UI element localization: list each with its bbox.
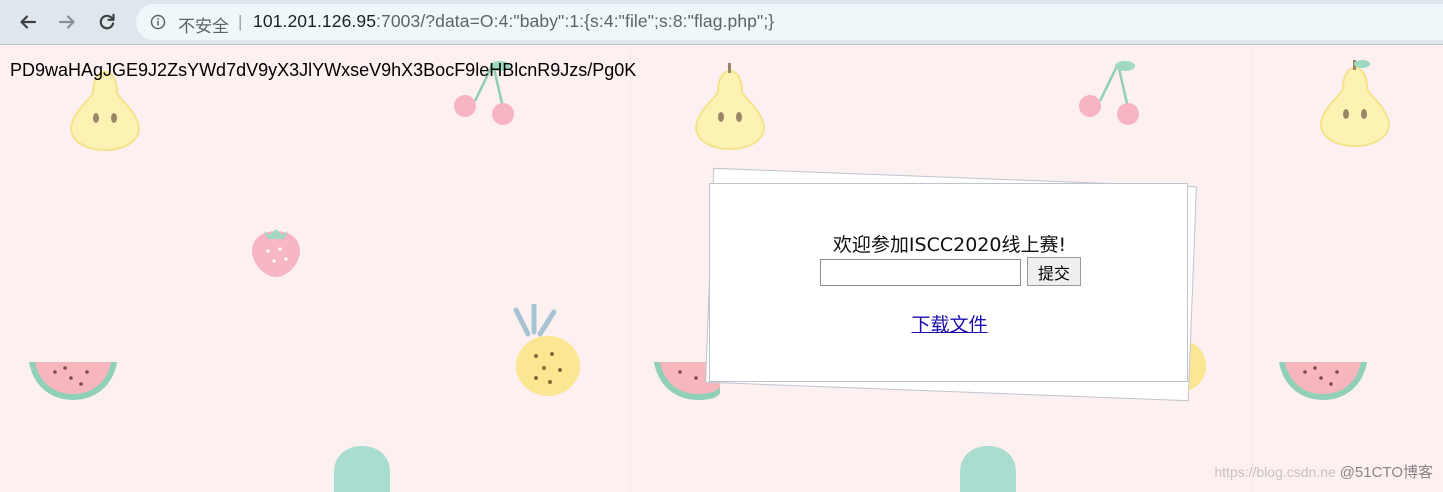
popsicle-icon [334, 446, 390, 492]
cherry-icon [1079, 61, 1139, 125]
watermark: https://blog.csdn.ne @51CTO博客 [1214, 461, 1433, 482]
watermark-url: https://blog.csdn.ne [1214, 464, 1336, 480]
not-secure-label[interactable]: 不安全 [178, 12, 229, 37]
strawberry-icon [252, 229, 300, 277]
form-card: 欢迎参加ISCC2020线上赛! 提交 下载文件 [709, 183, 1188, 382]
page-content: PD9waHAgJGE9J2ZsYWd7dV9yX3JlYWxseV9hX3Bo… [0, 46, 1443, 492]
download-file-link[interactable]: 下载文件 [710, 310, 1189, 337]
back-icon[interactable] [14, 8, 42, 36]
watermelon-icon [1279, 362, 1367, 400]
watermark-brand: @51CTO博客 [1339, 464, 1433, 481]
welcome-heading: 欢迎参加ISCC2020线上赛! [832, 234, 1067, 256]
reload-icon[interactable] [93, 8, 121, 36]
forward-icon[interactable] [53, 8, 81, 36]
browser-toolbar: 不安全 | 101.201.126.95:7003/?data=O:4:"bab… [0, 0, 1443, 45]
url-host: 101.201.126.95 [253, 11, 377, 31]
url-text[interactable]: 101.201.126.95:7003/?data=O:4:"baby":1:{… [253, 11, 774, 32]
info-icon[interactable] [150, 14, 166, 30]
address-bar[interactable]: 不安全 | 101.201.126.95:7003/?data=O:4:"bab… [136, 4, 1443, 40]
url-path: :7003/?data=O:4:"baby":1:{s:4:"file";s:8… [376, 11, 775, 31]
pear-icon [694, 63, 766, 151]
background-tile-seam [1252, 46, 1253, 492]
popsicle-icon [960, 446, 1016, 492]
address-separator: | [238, 12, 243, 31]
pear-icon [1319, 60, 1391, 148]
watermelon-icon [29, 362, 117, 400]
pineapple-icon [513, 304, 580, 396]
submit-button[interactable]: 提交 [1027, 257, 1081, 286]
text-input[interactable] [820, 259, 1021, 286]
background-tile-seam [630, 46, 631, 492]
page-output-text: PD9waHAgJGE9J2ZsYWd7dV9yX3JlYWxseV9hX3Bo… [10, 60, 637, 80]
